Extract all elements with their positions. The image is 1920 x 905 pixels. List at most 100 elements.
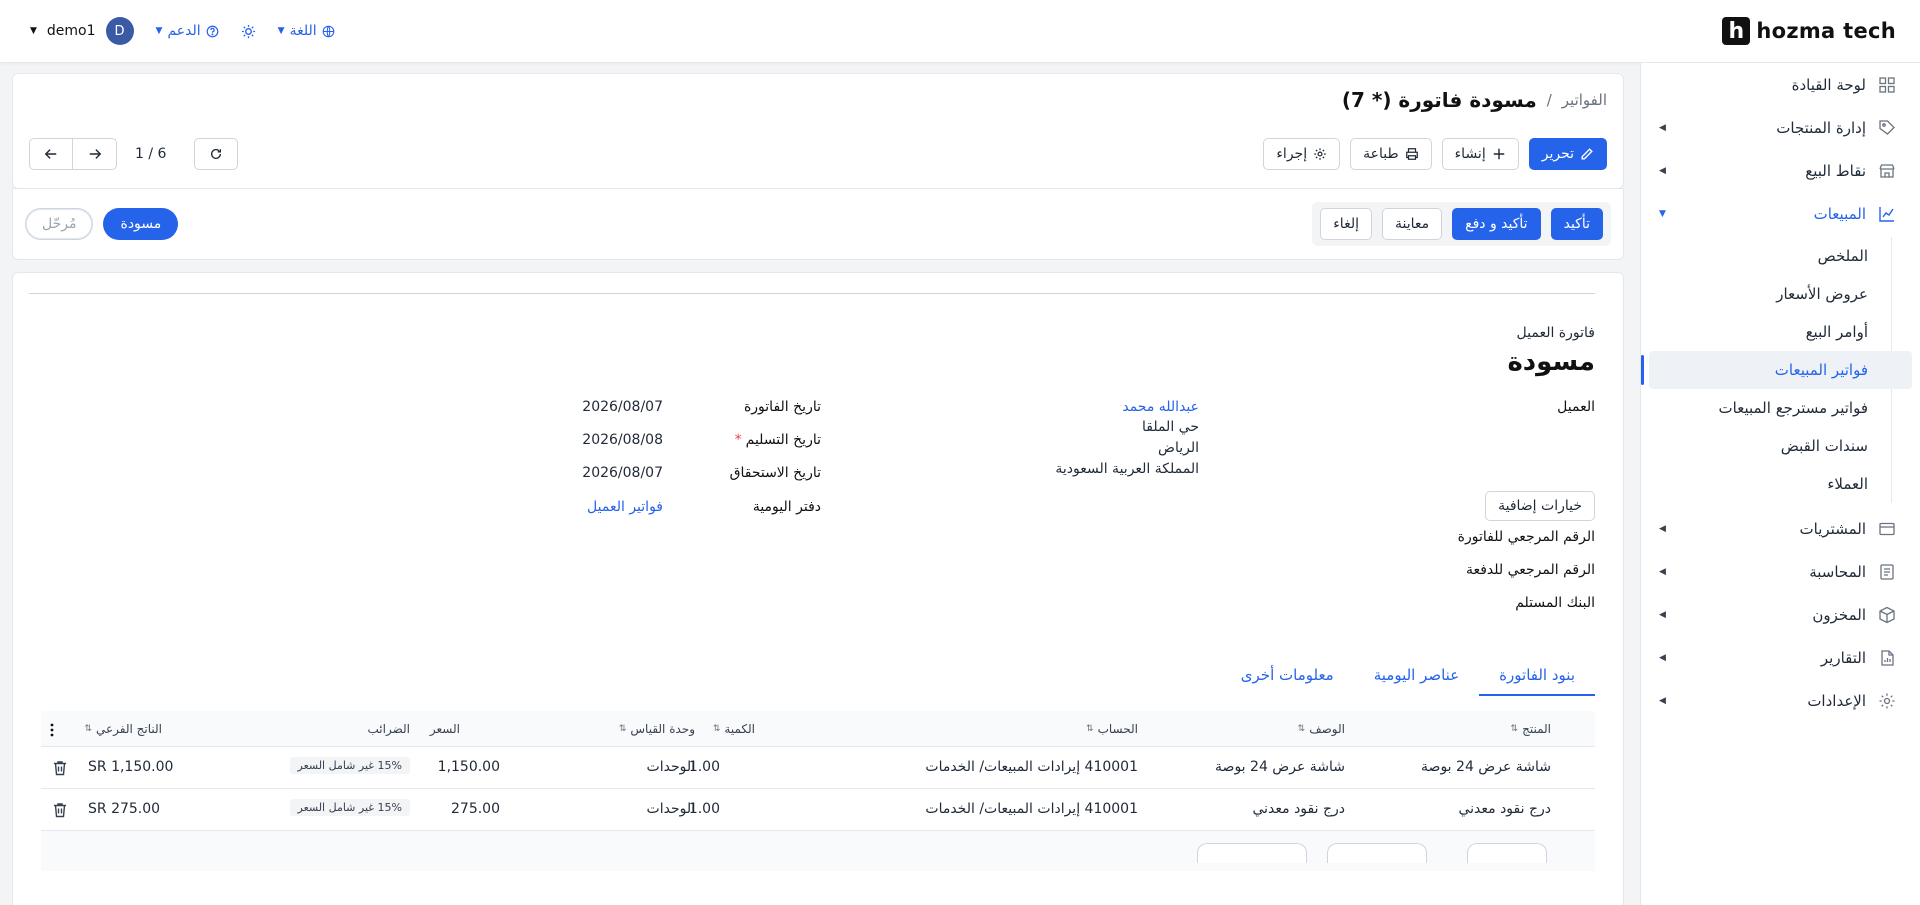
journal-link[interactable]: فواتير العميل: [587, 499, 663, 515]
refresh-button[interactable]: [194, 138, 239, 170]
column-header-subtotal[interactable]: الناتج الفرعي ⇅: [84, 722, 162, 736]
sort-icon: ⇅: [618, 724, 627, 734]
table-footer: [41, 831, 1595, 871]
tab-journal-items[interactable]: عناصر اليومية: [1354, 656, 1479, 696]
required-mark: *: [734, 432, 742, 448]
sidebar-item-products[interactable]: إدارة المنتجات ◀: [1641, 106, 1920, 149]
cell-product[interactable]: شاشة عرض 24 بوصة: [1421, 759, 1551, 775]
sidebar-item-purchases[interactable]: المشتريات ◀: [1641, 507, 1920, 550]
cell-account[interactable]: 410001 إيرادات المبيعات/ الخدمات: [925, 759, 1138, 775]
card-icon: [1878, 520, 1896, 538]
sidebar-item-label: المخزون: [1812, 605, 1866, 624]
add-line-control[interactable]: [1467, 843, 1547, 863]
column-header-product[interactable]: المنتج ⇅: [1511, 722, 1551, 736]
user-name: demo1: [46, 23, 96, 39]
invoice-reference-label: الرقم المرجعي للفاتورة: [1457, 529, 1595, 545]
column-header-quantity[interactable]: الكمية ⇅: [713, 722, 755, 736]
add-section-control[interactable]: [1327, 843, 1427, 863]
cell-product[interactable]: درج نقود معدني: [1458, 801, 1551, 817]
tax-badge[interactable]: 15% غير شامل السعر: [289, 799, 410, 816]
chart-icon: [1878, 205, 1896, 223]
previous-record-button[interactable]: [29, 138, 73, 170]
next-record-button[interactable]: [73, 138, 117, 170]
sort-icon: ⇅: [1297, 724, 1306, 734]
language-menu[interactable]: ▼ اللغة: [278, 23, 335, 39]
table-row[interactable]: درج نقود معدني درج نقود معدني 410001 إير…: [41, 789, 1595, 831]
add-note-control[interactable]: [1197, 843, 1307, 863]
sidebar-subitem-sales-orders[interactable]: أوامر البيع: [1649, 313, 1912, 351]
sidebar-subitem-credit-notes[interactable]: فواتير مسترجع المبيعات: [1649, 389, 1912, 427]
trash-icon[interactable]: [51, 802, 67, 818]
print-button[interactable]: طباعة: [1350, 138, 1432, 170]
sidebar-item-settings[interactable]: الإعدادات ◀: [1641, 679, 1920, 722]
avatar: D: [105, 17, 134, 45]
sort-icon: ⇅: [1510, 724, 1519, 734]
tab-other-info[interactable]: معلومات أخرى: [1221, 656, 1354, 696]
column-header-label: الكمية: [724, 722, 755, 736]
edit-button[interactable]: تحرير: [1528, 138, 1607, 170]
sidebar-item-reports[interactable]: التقارير ◀: [1641, 636, 1920, 679]
sidebar-subitem-customers[interactable]: العملاء: [1649, 465, 1912, 503]
column-header-price[interactable]: السعر: [430, 722, 460, 736]
sidebar-subitem-receipts[interactable]: سندات القبض: [1649, 427, 1912, 465]
column-options-icon[interactable]: [45, 723, 55, 737]
trash-icon[interactable]: [51, 760, 67, 776]
support-label: الدعم: [167, 23, 201, 39]
brand-name: hozma tech: [1756, 19, 1896, 43]
arrow-left-icon: [44, 147, 58, 161]
box-icon: [1878, 606, 1896, 624]
column-header-uom[interactable]: وحدة القياس ⇅: [619, 722, 695, 736]
cell-account[interactable]: 410001 إيرادات المبيعات/ الخدمات: [925, 801, 1138, 817]
chevron-left-icon: ◀: [1659, 165, 1666, 176]
cell-price[interactable]: 275.00: [451, 801, 500, 817]
sidebar-subitem-quotations[interactable]: عروض الأسعار: [1649, 275, 1912, 313]
sidebar-item-dashboard[interactable]: لوحة القيادة: [1641, 63, 1920, 106]
cell-description[interactable]: شاشة عرض 24 بوصة: [1215, 759, 1345, 775]
create-button[interactable]: إنشاء: [1441, 138, 1519, 170]
tab-invoice-lines[interactable]: بنود الفاتورة: [1479, 656, 1595, 696]
confirm-and-pay-button[interactable]: تأكيد و دفع: [1452, 208, 1541, 240]
cell-description[interactable]: درج نقود معدني: [1252, 801, 1345, 817]
sun-icon: [241, 24, 256, 39]
invoice-date-field[interactable]: 2026/08/07: [582, 399, 663, 415]
support-menu[interactable]: ▼ الدعم: [156, 23, 219, 39]
status-draft[interactable]: مسودة: [103, 208, 179, 240]
arrow-right-icon: [88, 147, 102, 161]
extra-options-button[interactable]: خيارات إضافية: [1485, 491, 1595, 521]
theme-toggle[interactable]: [241, 24, 256, 39]
sidebar-item-accounting[interactable]: المحاسبة ◀: [1641, 550, 1920, 593]
sidebar-item-sales[interactable]: المبيعات ▼: [1641, 192, 1920, 235]
breadcrumb-invoices-link[interactable]: الفواتير: [1562, 91, 1607, 109]
cell-price[interactable]: 1,150.00: [438, 759, 500, 775]
preview-button[interactable]: معاينة: [1381, 208, 1443, 240]
column-header-taxes[interactable]: الضرائب: [368, 722, 410, 736]
table-header: المنتج ⇅ الوصف ⇅ الحساب ⇅ الكمية ⇅ وحدة القي…: [41, 711, 1595, 747]
status-posted[interactable]: مُرحّل: [25, 208, 94, 240]
user-menu[interactable]: ▼ demo1 D: [30, 17, 134, 45]
sidebar-subitem-sales-invoices[interactable]: فواتير المبيعات: [1641, 351, 1912, 389]
table-row[interactable]: شاشة عرض 24 بوصة شاشة عرض 24 بوصة 410001…: [41, 747, 1595, 789]
cancel-button[interactable]: إلغاء: [1320, 208, 1372, 240]
column-header-label: المنتج: [1522, 722, 1551, 736]
column-header-account[interactable]: الحساب ⇅: [1086, 722, 1138, 736]
page-header: الفواتير / مسودة فاتورة (* 7) تحرير إنشا…: [12, 73, 1624, 189]
create-label: إنشاء: [1454, 146, 1486, 162]
sidebar-subitem-summary[interactable]: الملخص: [1649, 237, 1912, 275]
cell-uom[interactable]: الوحدات: [647, 801, 695, 817]
sidebar-item-label: المشتريات: [1799, 519, 1866, 538]
confirm-button[interactable]: تأكيد: [1550, 208, 1603, 240]
cell-uom[interactable]: الوحدات: [647, 759, 695, 775]
brand-logo[interactable]: h hozma tech: [1722, 17, 1896, 45]
delivery-date-field[interactable]: 2026/08/08: [582, 432, 663, 448]
sidebar-item-inventory[interactable]: المخزون ◀: [1641, 593, 1920, 636]
divider: [29, 293, 1595, 294]
help-icon: [206, 25, 219, 38]
action-button[interactable]: إجراء: [1263, 138, 1341, 170]
customer-link[interactable]: عبدالله محمد: [1122, 399, 1199, 415]
column-header-description[interactable]: الوصف ⇅: [1298, 722, 1345, 736]
due-date-field[interactable]: 2026/08/07: [582, 465, 663, 481]
sidebar-item-label: الإعدادات: [1807, 691, 1866, 710]
tax-badge[interactable]: 15% غير شامل السعر: [289, 757, 410, 774]
column-header-label: الحساب: [1097, 722, 1138, 736]
sidebar-item-pos[interactable]: نقاط البيع ◀: [1641, 149, 1920, 192]
